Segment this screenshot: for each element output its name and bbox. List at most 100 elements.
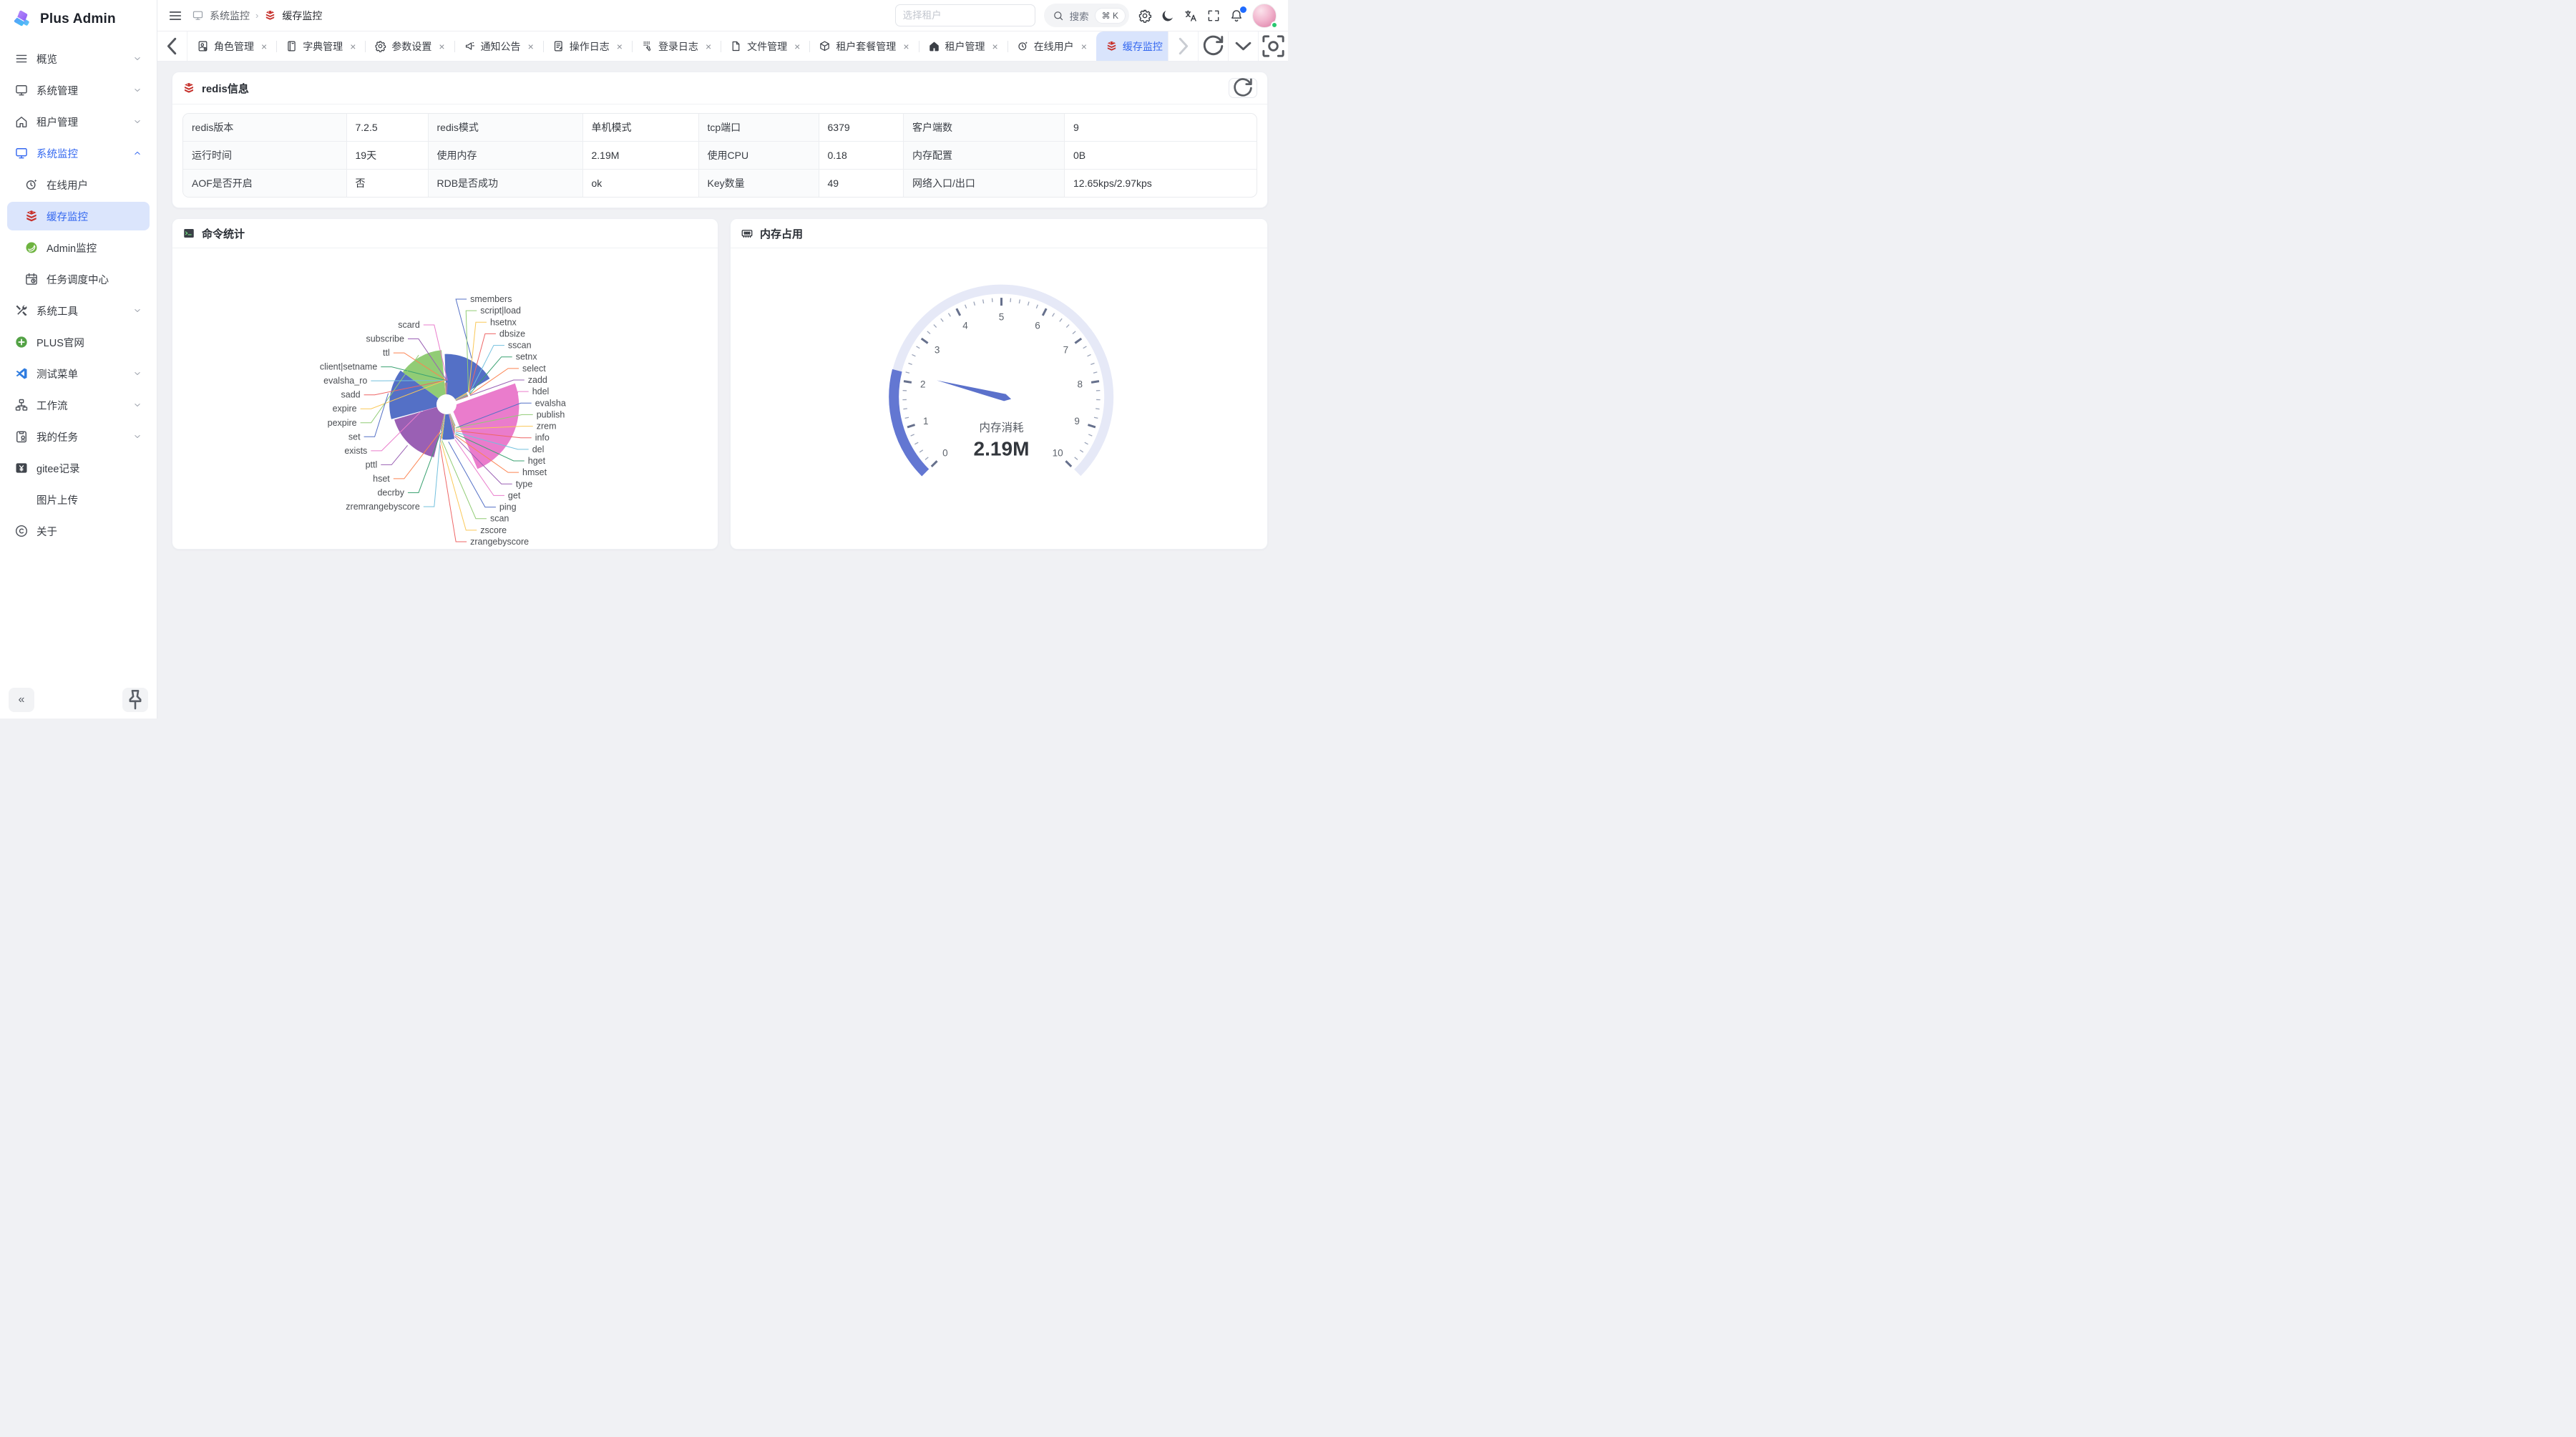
pie-label: exists	[344, 446, 367, 456]
tab-actions-dropdown-button[interactable]	[1228, 31, 1258, 61]
charts-row: 命令统计 smembersscript|loadhsetnxdbsizessca…	[172, 218, 1268, 550]
sidebar-item-system-tools[interactable]: 系统工具	[7, 296, 150, 325]
tab-close-icon[interactable]: ×	[528, 42, 534, 52]
tab-6[interactable]: 文件管理 ×	[721, 31, 809, 61]
tab-close-icon[interactable]: ×	[903, 42, 909, 52]
sidebar-item-online-users[interactable]: 在线用户	[7, 170, 150, 199]
sidebar-item-plus-website[interactable]: PLUS官网	[7, 328, 150, 356]
sidebar-item-cache-monitor[interactable]: 缓存监控	[7, 202, 150, 230]
gauge-major-tick	[1088, 425, 1095, 427]
pie-label: hset	[373, 474, 390, 484]
gauge-minor-tick	[925, 457, 928, 460]
tenant-select-input[interactable]	[895, 4, 1035, 26]
tab-close-icon[interactable]: ×	[261, 42, 267, 52]
sidebar-toggle-icon[interactable]	[167, 8, 183, 24]
sidebar-item-overview[interactable]: 概览	[7, 44, 150, 73]
tab-5[interactable]: 登录日志×	[632, 31, 721, 61]
tab-close-icon[interactable]: ×	[439, 42, 444, 52]
tab-close-icon[interactable]: ×	[617, 42, 623, 52]
tab-close-icon[interactable]: ×	[1081, 42, 1087, 52]
dark-mode-moon-icon[interactable]	[1161, 9, 1175, 23]
redis-info-refresh-button[interactable]	[1229, 78, 1257, 98]
chevron-up-icon	[132, 148, 142, 158]
user-avatar[interactable]	[1252, 4, 1277, 28]
tab-close-icon[interactable]: ×	[794, 42, 800, 52]
tab-3[interactable]: 通知公告 ×	[454, 31, 543, 61]
language-translate-icon[interactable]	[1184, 9, 1198, 23]
sidebar-item-gitee-log[interactable]: gitee记录	[7, 454, 150, 482]
sidebar-item-system-management[interactable]: 系统管理	[7, 76, 150, 104]
sidebar-pin-button[interactable]	[122, 688, 148, 712]
info-value: 否	[346, 170, 428, 198]
content-capture-button[interactable]	[1258, 31, 1288, 61]
tabs-scroll-left-button[interactable]	[157, 31, 187, 61]
brand[interactable]: Plus Admin	[0, 0, 157, 39]
search-shortcut-kbd: ⌘ K	[1095, 8, 1126, 24]
table-row: 运行时间19天使用内存2.19M使用CPU0.18内存配置0B	[183, 142, 1257, 170]
file-icon	[730, 40, 742, 52]
sidebar-item-admin-monitor[interactable]: Admin监控	[7, 233, 150, 262]
tab-1[interactable]: 字典管理×	[276, 31, 365, 61]
command-stats-card: 命令统计 smembersscript|loadhsetnxdbsizessca…	[172, 218, 718, 550]
sidebar-item-test-menu[interactable]: 测试菜单	[7, 359, 150, 388]
sidebar-collapse-button[interactable]: «	[9, 688, 34, 712]
gear-icon	[374, 40, 386, 52]
global-search-button[interactable]: 搜索 ⌘ K	[1044, 4, 1129, 27]
gauge-tick-label: 9	[1074, 416, 1080, 427]
clipboard-icon	[14, 429, 29, 444]
pie-label: type	[516, 479, 533, 489]
home-icon	[14, 115, 29, 129]
gauge-minor-tick	[1036, 305, 1038, 308]
sidebar-item-label: 工作流	[36, 398, 125, 413]
sidebar-item-about[interactable]: 关于	[7, 517, 150, 545]
brand-logo-icon	[11, 9, 33, 30]
tab-refresh-button[interactable]	[1198, 31, 1228, 61]
tab-0[interactable]: 角色管理 ×	[187, 31, 276, 61]
sidebar-item-task-scheduler[interactable]: 任务调度中心	[7, 265, 150, 293]
pie-label-line	[440, 444, 467, 542]
tab-label: 角色管理	[214, 39, 254, 54]
breadcrumb-monitor-icon	[192, 9, 204, 21]
info-value: 19天	[346, 142, 428, 170]
sidebar-item-label: gitee记录	[36, 461, 142, 476]
gauge-tick-label: 1	[923, 416, 929, 427]
sidebar-footer: «	[0, 681, 157, 718]
pie-label: ttl	[383, 348, 390, 358]
sidebar-item-label: 任务调度中心	[47, 272, 142, 287]
tab-4[interactable]: 操作日志×	[543, 31, 632, 61]
gauge-minor-tick	[1085, 442, 1088, 444]
breadcrumb-item[interactable]: 系统监控	[210, 9, 250, 23]
tab-8[interactable]: 租户管理×	[919, 31, 1008, 61]
pie-label-line	[381, 445, 407, 464]
tab-close-icon[interactable]: ×	[992, 42, 998, 52]
sidebar-item-image-upload[interactable]: 图片上传	[7, 485, 150, 514]
sidebar-item-system-monitor[interactable]: 系统监控	[7, 139, 150, 167]
pie-label: scan	[490, 514, 509, 524]
sidebar-item-tenant-management[interactable]: 租户管理	[7, 107, 150, 136]
gauge-minor-tick	[912, 354, 915, 356]
pie-label: zremrangebyscore	[346, 502, 420, 512]
notifications-bell-icon[interactable]	[1229, 9, 1244, 23]
sidebar-item-label: 图片上传	[36, 492, 142, 507]
redis-info-card: redis信息 redis版本7.2.5redis模式单机模式tcp端口6379…	[172, 72, 1268, 208]
chevron-down-icon	[132, 400, 142, 410]
tab-10[interactable]: 缓存监控×	[1096, 31, 1168, 61]
tab-label: 文件管理	[747, 39, 787, 54]
plus-icon	[14, 335, 29, 349]
gauge-minor-tick	[906, 372, 909, 373]
sidebar-item-workflow[interactable]: 工作流	[7, 391, 150, 419]
settings-gear-icon[interactable]	[1138, 9, 1152, 23]
open-tabs: 角色管理×字典管理×参数设置×通知公告×操作日志×登录日志×文件管理×租户套餐管…	[187, 31, 1168, 61]
tabs-scroll-right-button[interactable]	[1168, 31, 1198, 61]
redis-icon	[182, 82, 195, 94]
fullscreen-icon[interactable]	[1206, 9, 1221, 23]
gauge-minor-tick	[1088, 354, 1091, 356]
tab-9[interactable]: 在线用户 ×	[1008, 31, 1096, 61]
tab-close-icon[interactable]: ×	[706, 42, 711, 52]
tab-label: 在线用户	[1034, 39, 1074, 54]
sidebar-item-my-tasks[interactable]: 我的任务	[7, 422, 150, 451]
tab-7[interactable]: 租户套餐管理×	[809, 31, 918, 61]
tab-2[interactable]: 参数设置×	[365, 31, 454, 61]
tab-close-icon[interactable]: ×	[350, 42, 356, 52]
tab-label: 通知公告	[481, 39, 521, 54]
